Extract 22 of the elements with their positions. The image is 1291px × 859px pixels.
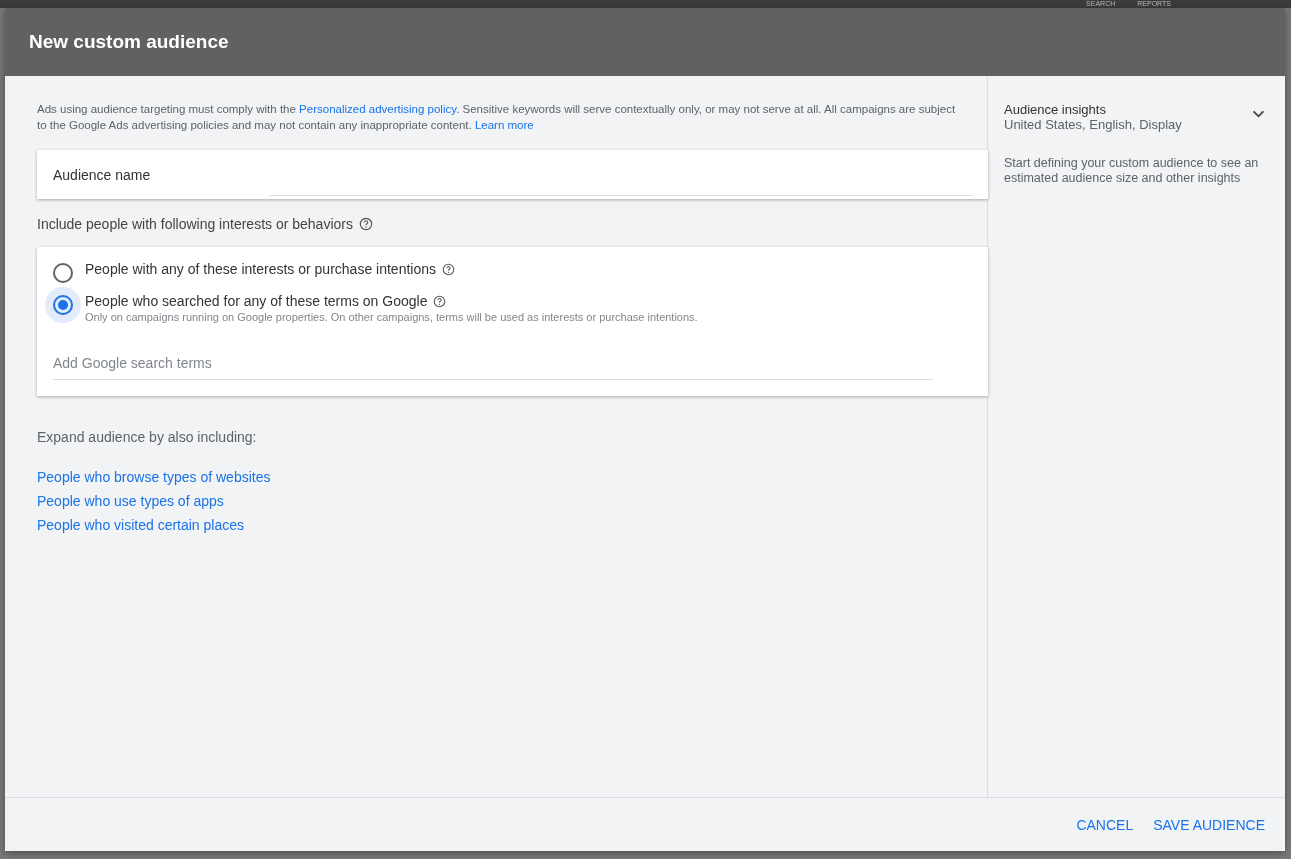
expand-link[interactable]: People who visited certain places: [37, 517, 244, 533]
option-hint: Only on campaigns running on Google properties. On other campaigns, terms will be used as interests or purchase intentions.: [85, 311, 698, 323]
chevron-icon[interactable]: [1252, 110, 1265, 119]
help-icon[interactable]: [442, 262, 455, 276]
option-label: People who searched for any of these terms on Google: [85, 293, 428, 309]
dialog-title: New custom audience: [29, 31, 229, 53]
policy-link[interactable]: Learn more: [474, 119, 534, 131]
insights-message: Start defining your custom audience to see an estimated audience size and other insights: [1004, 156, 1260, 186]
option-label: People with any of these interests or purchase intentions: [85, 261, 436, 277]
section-label: Include people with following interests or behaviors: [37, 216, 353, 232]
radio-button[interactable]: [45, 287, 81, 323]
expand-link[interactable]: People who use types of apps: [37, 493, 224, 509]
insights-title: Audience insights: [1004, 102, 1107, 117]
audience-name-field[interactable]: Audience name: [37, 150, 988, 199]
dialog-button[interactable]: CANCEL: [1068, 808, 1142, 841]
policy-notice: Ads using audience targeting must comply with the Personalized advertising policy. Sensitive keywords will serve contextually only, or may not serve at all. All campaigns are subject to the Google Ads advertising policies and may not contain any inappropriate content. Learn more: [37, 102, 957, 133]
dialog-button[interactable]: SAVE AUDIENCE: [1145, 808, 1273, 841]
help-icon[interactable]: [358, 217, 373, 231]
help-icon[interactable]: [433, 294, 447, 308]
expand-link[interactable]: People who browse types of websites: [37, 469, 271, 485]
section-label: Expand audience by also including:: [37, 429, 258, 445]
insights-subtitle: United States, English, Display: [1004, 117, 1182, 132]
